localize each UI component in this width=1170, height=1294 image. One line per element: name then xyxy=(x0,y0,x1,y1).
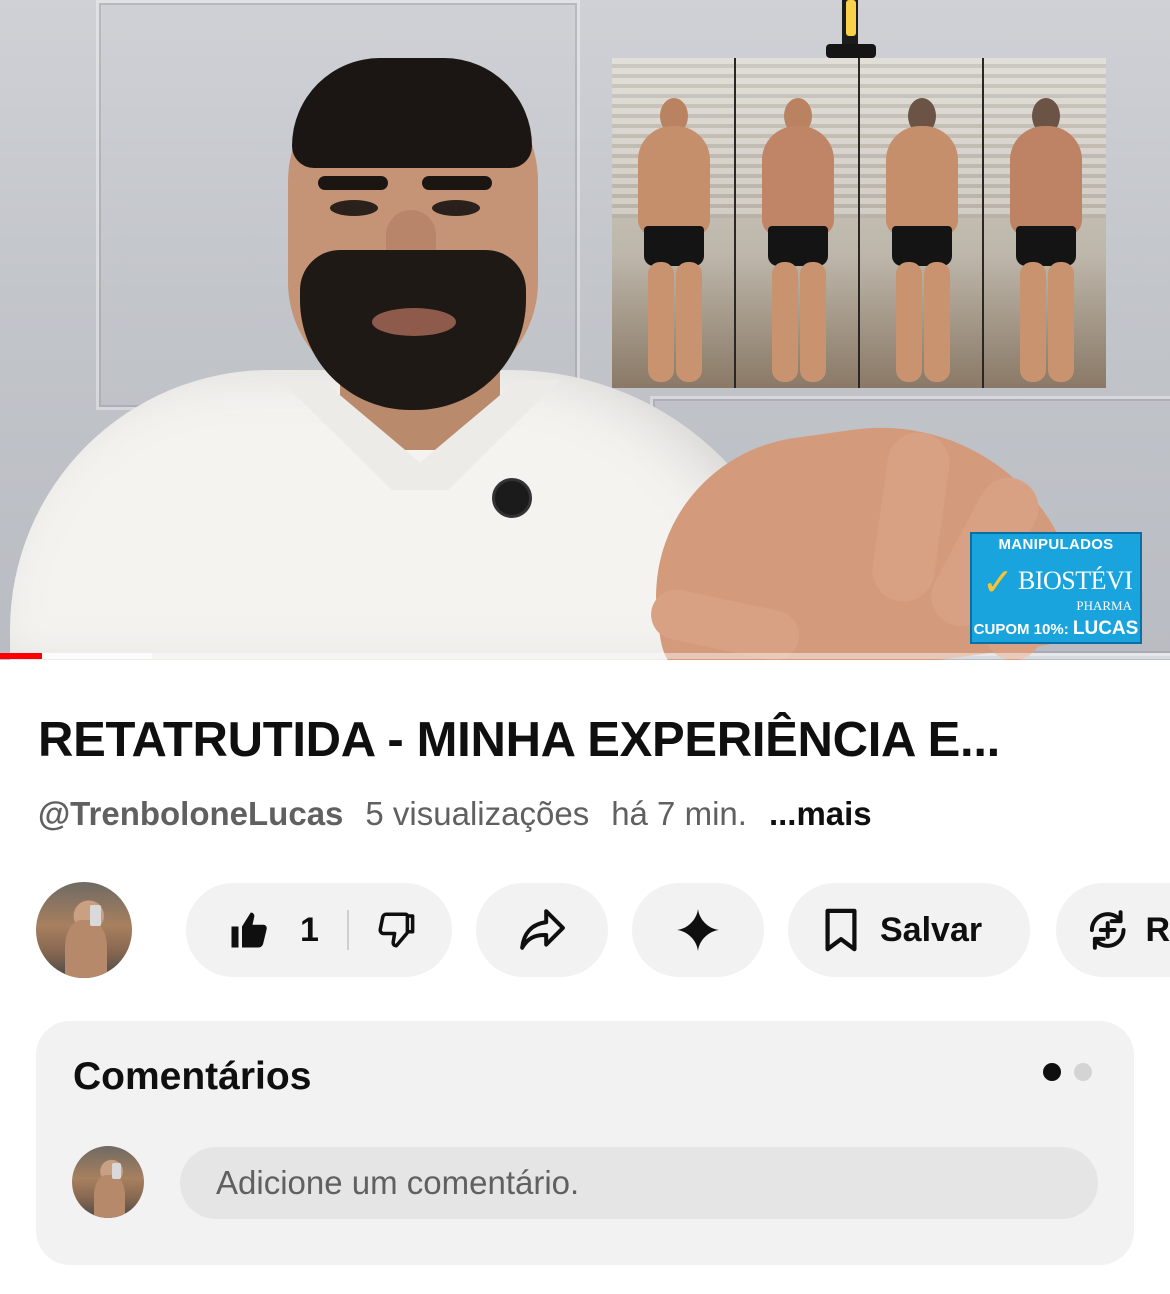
back-after-photo xyxy=(984,58,1106,388)
sponsor-top-text: MANIPULADOS xyxy=(998,536,1114,553)
coupon-code: LUCAS xyxy=(1072,618,1139,639)
checkmark-icon: ✓ xyxy=(982,562,1014,604)
ask-ai-button[interactable] xyxy=(632,883,764,977)
sponsor-badge: MANIPULADOS ✓ BIOSTÉVI PHARMA CUPOM 10%:… xyxy=(970,532,1142,644)
dislike-button[interactable] xyxy=(375,909,417,951)
physique-comparison-image xyxy=(612,58,1106,388)
channel-avatar[interactable] xyxy=(36,882,132,978)
sponsor-coupon: CUPOM 10%: LUCAS xyxy=(972,618,1140,640)
share-button[interactable] xyxy=(476,883,608,977)
comment-input[interactable]: Adicione um comentário. xyxy=(180,1147,1098,1219)
view-count: 5 visualizações xyxy=(365,795,590,832)
presenter-brow xyxy=(318,176,388,190)
thumbs-up-icon xyxy=(231,912,267,948)
progress-played xyxy=(0,653,43,659)
presenter-eye xyxy=(432,200,480,216)
back-before-photo xyxy=(860,58,982,388)
like-count: 1 xyxy=(300,910,319,949)
presenter-hair xyxy=(292,58,532,168)
lamp-light xyxy=(846,0,856,36)
share-icon xyxy=(520,909,565,950)
save-label: Salvar xyxy=(880,910,983,949)
channel-handle[interactable]: @TrenboloneLucas xyxy=(38,795,343,833)
front-after-photo xyxy=(736,58,858,388)
presenter-brow xyxy=(422,176,492,190)
video-title[interactable]: RETATRUTIDA - MINHA EXPERIÊNCIA E... xyxy=(38,712,1138,768)
remix-button[interactable]: R xyxy=(1056,883,1170,977)
video-player[interactable]: MANIPULADOS ✓ BIOSTÉVI PHARMA CUPOM 10%:… xyxy=(0,0,1170,660)
like-dislike-pill: 1 xyxy=(186,883,452,977)
sponsor-sub: PHARMA xyxy=(1076,598,1132,613)
like-button[interactable]: 1 xyxy=(228,909,319,951)
presenter-eye xyxy=(330,200,378,216)
comments-title: Comentários xyxy=(73,1055,312,1098)
sponsor-brand: BIOSTÉVI xyxy=(1018,566,1133,595)
thumbs-down-icon xyxy=(378,912,415,948)
bookmark-icon xyxy=(825,908,857,952)
user-avatar xyxy=(72,1146,144,1218)
carousel-dot xyxy=(1074,1063,1092,1081)
remix-label: R xyxy=(1145,910,1170,949)
pill-divider xyxy=(346,910,349,950)
video-meta[interactable]: @TrenboloneLucas 5 visualizações há 7 mi… xyxy=(38,795,872,833)
lapel-mic xyxy=(492,478,532,518)
more-link[interactable]: ...mais xyxy=(769,795,872,833)
carousel-dot-active xyxy=(1043,1063,1061,1081)
comments-section[interactable]: Comentários Adicione um comentário. xyxy=(36,1021,1134,1265)
sparkle-icon xyxy=(676,908,720,952)
upload-time: há 7 min. xyxy=(611,795,747,832)
lamp-base xyxy=(826,44,876,58)
remix-icon xyxy=(1089,910,1126,950)
front-before-photo xyxy=(612,58,734,388)
video-progress-bar[interactable] xyxy=(0,653,1170,659)
presenter-mouth xyxy=(372,308,456,336)
coupon-prefix: CUPOM 10%: xyxy=(973,621,1069,638)
save-button[interactable]: Salvar xyxy=(788,883,1030,977)
